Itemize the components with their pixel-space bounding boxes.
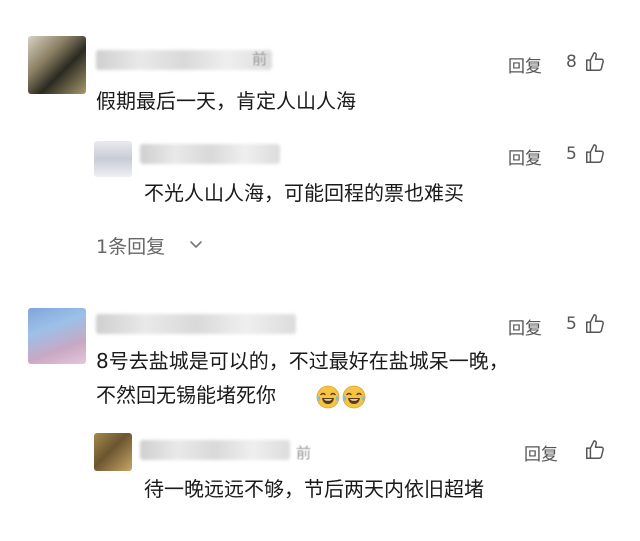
reply-button[interactable]: 回复 — [508, 314, 542, 339]
expand-replies-link[interactable]: 1条回复 — [96, 232, 165, 259]
comment-text: 假期最后一天，肯定人山人海 — [96, 89, 356, 113]
thumbs-up-icon[interactable] — [584, 313, 606, 335]
reply-button[interactable]: 回复 — [524, 440, 558, 465]
thumbs-up-icon[interactable] — [584, 439, 606, 461]
tears-of-joy-emoji-icon — [316, 385, 340, 409]
reply-button[interactable]: 回复 — [508, 144, 542, 169]
comment-text-line1: 8号去盐城是可以的，不过最好在盐城呆一晚， — [96, 349, 509, 373]
comment-text-line2: 不然回无锡能堵死你 — [96, 383, 276, 407]
avatar[interactable] — [94, 433, 132, 471]
reply-text: 不光人山人海，可能回程的票也难买 — [144, 181, 464, 205]
chevron-down-icon[interactable] — [188, 236, 204, 252]
thumbs-up-icon[interactable] — [584, 51, 606, 73]
username-blurred[interactable] — [140, 440, 290, 460]
time-fragment: 前 — [296, 444, 312, 462]
username-blurred[interactable] — [96, 50, 272, 70]
avatar[interactable] — [28, 36, 86, 94]
avatar[interactable] — [94, 141, 132, 177]
like-count: 8 — [566, 52, 577, 72]
like-count: 5 — [566, 314, 577, 334]
thumbs-up-icon[interactable] — [584, 143, 606, 165]
username-blurred[interactable] — [140, 144, 280, 164]
reply-button[interactable]: 回复 — [508, 52, 542, 77]
time-fragment: 前 — [252, 50, 268, 68]
avatar[interactable] — [28, 308, 86, 364]
tears-of-joy-emoji-icon — [342, 385, 366, 409]
like-count: 5 — [566, 144, 577, 164]
username-blurred[interactable] — [96, 314, 296, 334]
reply-text: 待一晚远远不够，节后两天内依旧超堵 — [144, 477, 484, 501]
